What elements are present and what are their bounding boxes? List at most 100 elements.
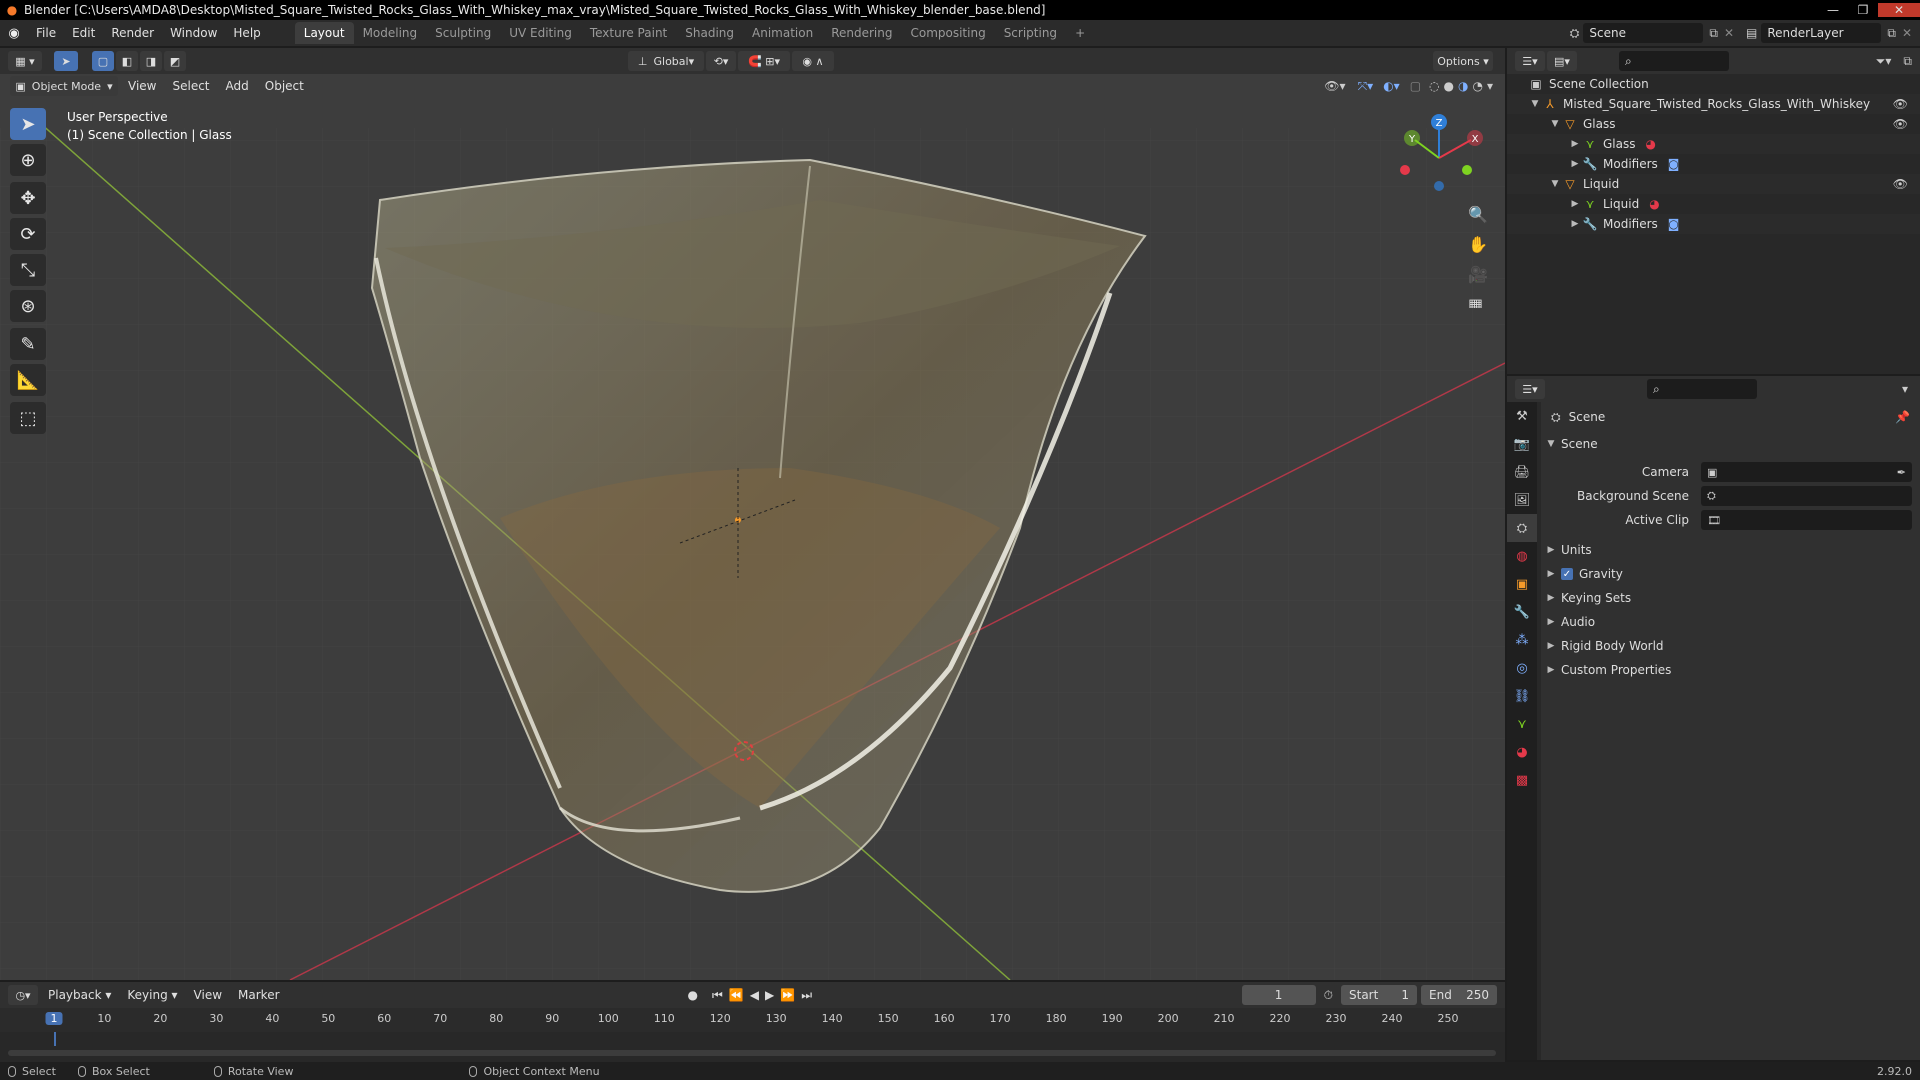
- next-keyframe-icon[interactable]: ⏩: [780, 988, 795, 1002]
- outliner-display-mode[interactable]: ▤▾: [1547, 51, 1577, 71]
- collapse-arrow-icon[interactable]: ▶: [1545, 545, 1557, 555]
- panel-keying-sets-header[interactable]: ▶ Keying Sets: [1541, 586, 1920, 610]
- panel-gravity-header[interactable]: ▶ ✓ Gravity: [1541, 562, 1920, 586]
- collapse-arrow-icon[interactable]: ▶: [1569, 219, 1581, 229]
- tab-world[interactable]: ◍: [1507, 542, 1537, 570]
- gravity-checkbox[interactable]: ✓: [1561, 568, 1573, 580]
- properties-search-input[interactable]: ⌕: [1647, 379, 1757, 399]
- filter-icon[interactable]: ⏷▾: [1876, 54, 1892, 69]
- new-collection-icon[interactable]: ⧉: [1903, 54, 1912, 69]
- expand-arrow-icon[interactable]: ▼: [1529, 99, 1541, 109]
- tab-animation[interactable]: Animation: [743, 22, 822, 44]
- tree-mesh-glass[interactable]: ▶ ⋎ Glass ◕: [1507, 134, 1920, 154]
- outliner-search-input[interactable]: ⌕: [1619, 51, 1729, 71]
- menu-help[interactable]: Help: [225, 26, 268, 40]
- gizmo-toggle-icon[interactable]: ⤧▾: [1358, 79, 1374, 94]
- delete-scene-icon[interactable]: ✕: [1724, 26, 1734, 40]
- tab-view-layer[interactable]: 🖼: [1507, 486, 1537, 514]
- add-cube-tool[interactable]: ⬚: [10, 402, 46, 434]
- stopwatch-icon[interactable]: ⏱: [1324, 988, 1333, 1003]
- tab-tool[interactable]: ⚒: [1507, 402, 1537, 430]
- navigation-gizmo[interactable]: Z X Y 🔍 ✋ 🎥 ▦: [1385, 108, 1495, 314]
- tab-sculpting[interactable]: Sculpting: [426, 22, 500, 44]
- panel-audio-header[interactable]: ▶ Audio: [1541, 610, 1920, 634]
- menu-window[interactable]: Window: [162, 26, 225, 40]
- menu-edit[interactable]: Edit: [64, 26, 103, 40]
- tab-texture-paint[interactable]: Texture Paint: [581, 22, 676, 44]
- start-frame-field[interactable]: Start 1: [1341, 985, 1417, 1005]
- neg-z-axis-icon[interactable]: [1434, 181, 1444, 191]
- menu-select[interactable]: Select: [164, 79, 217, 93]
- tab-physics[interactable]: ◎: [1507, 654, 1537, 682]
- tab-texture[interactable]: ▩: [1507, 766, 1537, 794]
- editor-type-button[interactable]: ▦ ▾: [8, 51, 42, 71]
- camera-view-icon[interactable]: 🎥: [1468, 265, 1488, 284]
- rotate-tool[interactable]: ⟳: [10, 218, 46, 250]
- menu-view[interactable]: View: [120, 79, 164, 93]
- annotate-tool[interactable]: ✎: [10, 328, 46, 360]
- record-icon[interactable]: ●: [688, 988, 698, 1002]
- eyedropper-icon[interactable]: ✒: [1897, 466, 1906, 479]
- menu-object[interactable]: Object: [257, 79, 312, 93]
- visibility-eye-icon[interactable]: 👁: [1893, 97, 1908, 111]
- new-layer-icon[interactable]: ⧉: [1887, 26, 1896, 41]
- visibility-eye-icon[interactable]: 👁: [1893, 117, 1908, 131]
- collapse-arrow-icon[interactable]: ▶: [1545, 641, 1557, 651]
- maximize-button[interactable]: ❐: [1848, 3, 1878, 17]
- jump-end-icon[interactable]: ⏭: [801, 988, 812, 1003]
- pan-hand-icon[interactable]: ✋: [1468, 235, 1488, 254]
- tree-object-liquid[interactable]: ▼ ▽ Liquid 👁: [1507, 174, 1920, 194]
- select-mode-extend[interactable]: ◧: [116, 51, 138, 71]
- proportional-editing-toggle[interactable]: ◉ ∧: [792, 51, 834, 71]
- play-icon[interactable]: ▶: [765, 988, 774, 1002]
- prev-keyframe-icon[interactable]: ⏪: [729, 988, 744, 1002]
- render-layer-icon[interactable]: ▤: [1746, 26, 1757, 40]
- render-layer-selector[interactable]: RenderLayer: [1761, 23, 1882, 43]
- panel-custom-props-header[interactable]: ▶ Custom Properties: [1541, 658, 1920, 682]
- tab-scripting[interactable]: Scripting: [995, 22, 1066, 44]
- menu-playback[interactable]: Playback ▾: [40, 988, 119, 1002]
- tab-data[interactable]: ⋎: [1507, 710, 1537, 738]
- camera-field[interactable]: ▣ ✒: [1701, 462, 1912, 482]
- timeline-scrollbar[interactable]: [8, 1050, 1496, 1056]
- menu-render[interactable]: Render: [103, 26, 162, 40]
- select-box-tool[interactable]: ➤: [10, 108, 46, 140]
- zoom-icon[interactable]: 🔍: [1468, 204, 1488, 224]
- select-mode-subtract[interactable]: ◨: [140, 51, 162, 71]
- mode-dropdown[interactable]: ▣ Object Mode ▾: [10, 76, 118, 96]
- options-dropdown[interactable]: Options ▾: [1433, 51, 1493, 71]
- timeline-ruler[interactable]: 1 10 20 30 40 50 60 70 80 90 100 110 120 130 140 150 160…: [0, 1008, 1505, 1032]
- properties-options-icon[interactable]: ▾: [1902, 382, 1908, 396]
- xray-toggle-icon[interactable]: ▢: [1410, 79, 1421, 93]
- outliner-editor-type[interactable]: ☰▾: [1515, 51, 1545, 71]
- tab-rendering[interactable]: Rendering: [822, 22, 901, 44]
- scale-tool[interactable]: ⤡: [10, 254, 46, 286]
- menu-file[interactable]: File: [28, 26, 64, 40]
- measure-tool[interactable]: 📐: [10, 364, 46, 396]
- select-mode-new[interactable]: ▢: [92, 51, 114, 71]
- collapse-arrow-icon[interactable]: ▶: [1545, 569, 1557, 579]
- collapse-arrow-icon[interactable]: ▶: [1569, 199, 1581, 209]
- tab-modeling[interactable]: Modeling: [354, 22, 427, 44]
- snap-toggle[interactable]: 🧲 ⊞▾: [738, 51, 790, 71]
- shading-solid-icon[interactable]: ●: [1444, 79, 1454, 93]
- tree-mesh-liquid[interactable]: ▶ ⋎ Liquid ◕: [1507, 194, 1920, 214]
- timeline-track[interactable]: [0, 1032, 1505, 1062]
- expand-arrow-icon[interactable]: ▼: [1549, 179, 1561, 189]
- tab-compositing[interactable]: Compositing: [901, 22, 994, 44]
- tab-particles[interactable]: ⁂: [1507, 626, 1537, 654]
- collapse-arrow-icon[interactable]: ▶: [1545, 617, 1557, 627]
- tree-scene-collection[interactable]: ▣ Scene Collection: [1507, 74, 1920, 94]
- tab-layout[interactable]: Layout: [294, 22, 354, 44]
- expand-arrow-icon[interactable]: ▼: [1549, 119, 1561, 129]
- end-frame-field[interactable]: End 250: [1421, 985, 1497, 1005]
- visibility-icon[interactable]: 👁▾: [1324, 79, 1345, 93]
- delete-layer-icon[interactable]: ✕: [1902, 26, 1912, 40]
- timeline-editor-type[interactable]: ◷▾: [8, 985, 38, 1005]
- tab-constraints[interactable]: ⛓: [1507, 682, 1537, 710]
- panel-rigid-body-header[interactable]: ▶ Rigid Body World: [1541, 634, 1920, 658]
- tab-material[interactable]: ◕: [1507, 738, 1537, 766]
- transform-tool[interactable]: ⊛: [10, 290, 46, 322]
- axis-gizmo[interactable]: Z X Y 🔍 ✋ 🎥 ▦: [1385, 108, 1495, 314]
- neg-y-axis-icon[interactable]: [1462, 165, 1472, 175]
